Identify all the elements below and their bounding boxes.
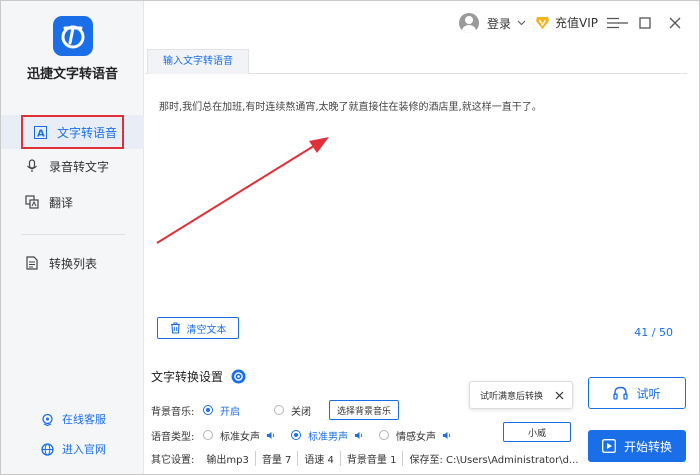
minimize-icon[interactable] — [615, 15, 631, 31]
annotation-arrow — [156, 137, 329, 244]
start-convert-label: 开始转换 — [623, 439, 672, 454]
login-button[interactable]: 登录 — [459, 13, 526, 33]
svg-text:A: A — [37, 128, 45, 139]
listen-label: 试听 — [636, 386, 661, 401]
app-logo — [53, 16, 93, 56]
other-settings-label: 其它设置: — [151, 455, 195, 466]
bgm-row: 背景音乐: 开启 关闭 — [151, 402, 327, 418]
translate-icon — [25, 195, 39, 209]
headset-icon — [41, 413, 54, 426]
bgm-label: 背景音乐: — [151, 406, 195, 418]
output-format: 输出mp3 — [200, 451, 256, 466]
listen-tooltip: 试听满意后转换 — [469, 381, 573, 409]
voice-xiaowei-button[interactable]: 小威 — [503, 422, 571, 442]
other-settings-row: 其它设置: 输出mp3 音量 7 语速 4 背景音量 1 保存至: C:\Use… — [151, 451, 586, 466]
chevron-down-icon — [517, 20, 526, 26]
bgm-off-radio[interactable]: 关闭 — [274, 403, 311, 418]
voice-standard-female-radio[interactable]: 标准女声 — [203, 428, 275, 443]
radio-dot — [291, 430, 301, 440]
voice-standard-male-radio[interactable]: 标准男声 — [291, 428, 363, 443]
text-editor[interactable]: 那时,我们总在加班,有时连续熬通宵,太晚了就直接住在装修的酒店里,就这样一直干了… — [147, 87, 687, 346]
nav-item-translate[interactable]: 翻译 — [25, 185, 144, 219]
save-path: 保存至: C:\Users\Administrator\d... — [409, 455, 579, 466]
online-service-link[interactable]: 在线客服 — [41, 411, 106, 427]
sidebar-divider — [21, 234, 125, 235]
voice-row: 语音类型: 标准女声 标准男声 情感女声 — [151, 427, 467, 443]
nav-item-conversion-list[interactable]: 转换列表 — [25, 246, 144, 280]
close-icon[interactable] — [553, 389, 565, 401]
settings-title-label: 文字转换设置 — [151, 370, 224, 384]
tooltip-text: 试听满意后转换 — [480, 391, 544, 402]
official-site-link[interactable]: 进入官网 — [41, 441, 106, 457]
char-counter: 41 / 50 — [634, 326, 673, 339]
settings-title: 文字转换设置 — [151, 368, 246, 385]
vip-label: 充值VIP — [555, 16, 598, 30]
app-window: 迅捷文字转语音 A 文字转语音 录音转文字 翻译 转换列表 在线客服 进入官网 … — [0, 0, 700, 475]
logo-icon — [61, 25, 85, 49]
close-icon[interactable] — [667, 15, 683, 31]
voice-label: 语音类型: — [151, 431, 195, 443]
speaker-icon — [354, 431, 363, 440]
online-service-label: 在线客服 — [62, 413, 106, 426]
volume-setting: 音量 7 — [256, 451, 299, 466]
play-icon — [602, 439, 616, 453]
vip-button[interactable]: 充值VIP — [535, 14, 598, 31]
nav-item-label: 转换列表 — [49, 256, 98, 271]
radio-dot — [203, 430, 213, 440]
avatar-icon — [459, 13, 479, 33]
radio-label: 标准男声 — [308, 431, 348, 443]
maximize-icon[interactable] — [637, 15, 653, 31]
text-to-speech-icon: A — [33, 125, 47, 139]
vip-badge-icon — [536, 17, 549, 29]
bgm-volume-setting: 背景音量 1 — [341, 451, 404, 466]
nav-item-label: 录音转文字 — [49, 159, 110, 174]
globe-icon — [41, 442, 54, 456]
speaker-icon — [442, 431, 451, 440]
headphones-icon — [613, 386, 629, 400]
speaker-icon — [266, 431, 275, 440]
bgm-on-radio[interactable]: 开启 — [203, 403, 240, 418]
radio-label: 标准女声 — [220, 431, 260, 443]
login-label: 登录 — [487, 16, 512, 31]
radio-label: 开启 — [220, 406, 240, 418]
nav-item-label: 文字转语音 — [57, 125, 118, 140]
choose-bgm-button[interactable]: 选择背景音乐 — [329, 400, 399, 420]
clear-text-label: 清空文本 — [186, 324, 227, 336]
radio-label: 关闭 — [291, 406, 311, 418]
app-name: 迅捷文字转语音 — [26, 67, 118, 82]
radio-label: 情感女声 — [396, 431, 436, 443]
official-site-label: 进入官网 — [62, 443, 106, 456]
tab-input-text[interactable]: 输入文字转语音 — [147, 49, 249, 74]
trash-icon — [170, 322, 181, 334]
start-convert-button[interactable]: 开始转换 — [588, 430, 686, 462]
radio-dot — [274, 405, 284, 415]
voice-emotional-female-radio[interactable]: 情感女声 — [379, 428, 451, 443]
listen-button[interactable]: 试听 — [588, 377, 686, 409]
list-icon — [25, 256, 39, 270]
microphone-icon — [25, 159, 39, 173]
radio-dot — [203, 405, 213, 415]
tab-bar: 输入文字转语音 — [145, 49, 687, 74]
title-bar: 登录 充值VIP — [145, 1, 700, 46]
radio-dot — [379, 430, 389, 440]
nav-item-speech-to-text[interactable]: 录音转文字 — [25, 149, 144, 183]
speed-setting: 语速 4 — [298, 451, 341, 466]
nav-item-label: 翻译 — [49, 195, 74, 210]
clear-text-button[interactable]: 清空文本 — [157, 317, 239, 339]
nav-item-text-to-speech[interactable]: A 文字转语音 — [1, 115, 144, 149]
gear-icon[interactable] — [231, 369, 246, 384]
sidebar: 迅捷文字转语音 A 文字转语音 录音转文字 翻译 转换列表 在线客服 进入官网 — [1, 1, 144, 474]
